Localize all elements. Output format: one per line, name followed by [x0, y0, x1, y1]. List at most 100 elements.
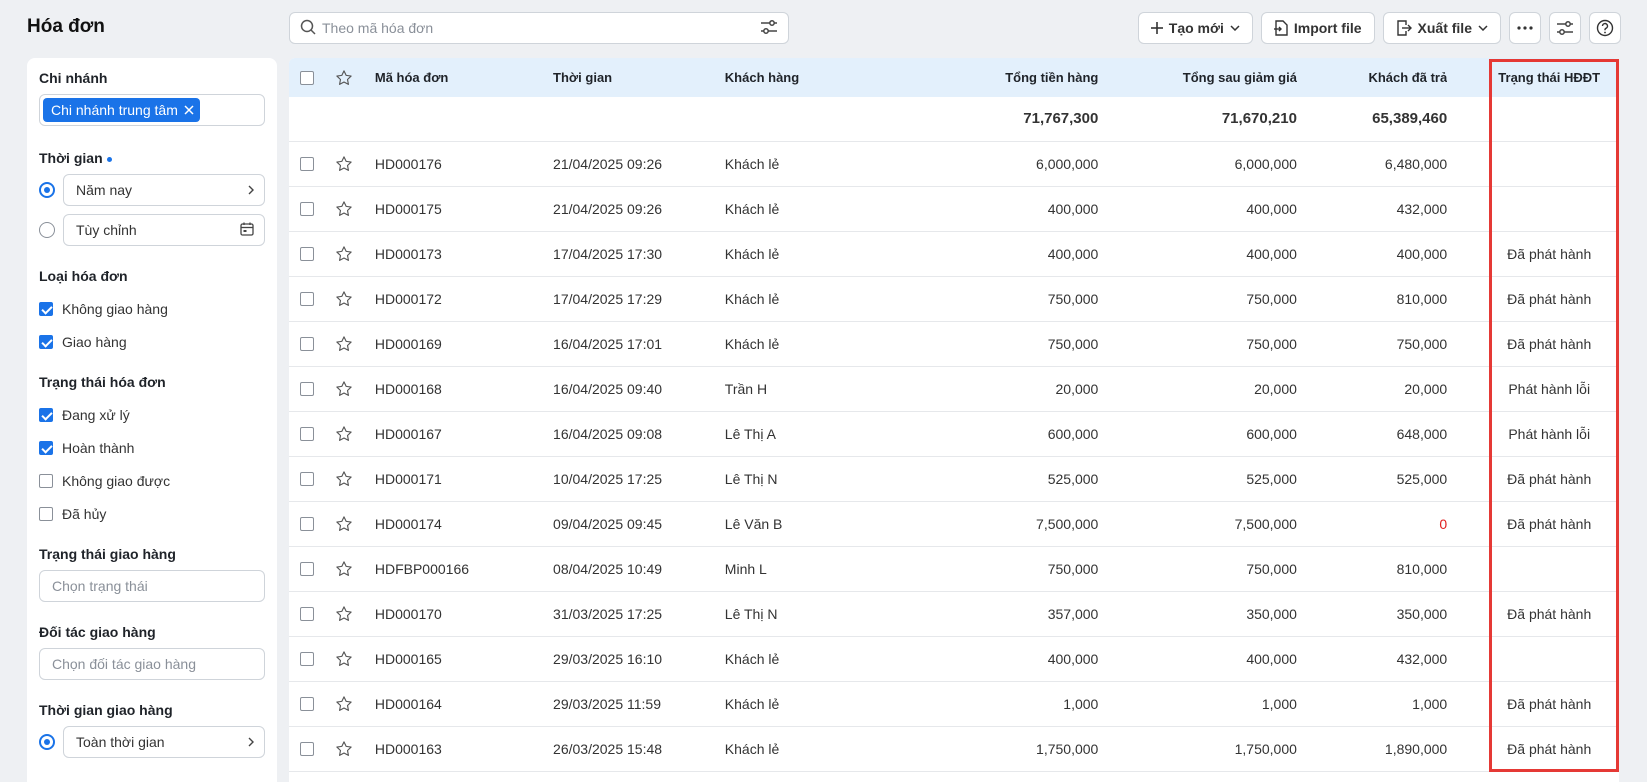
- delivery-time-radio[interactable]: [39, 734, 55, 750]
- star-icon[interactable]: [335, 605, 374, 623]
- table-row[interactable]: HD000173 17/04/2025 17:30 Khách lẻ 400,000 4…: [289, 231, 1619, 276]
- column-settings-button[interactable]: [1549, 12, 1581, 44]
- invoice-code[interactable]: HD000167: [375, 411, 553, 456]
- table-row[interactable]: HD000170 31/03/2025 17:25 Lê Thị N 357,000 3…: [289, 591, 1619, 636]
- table-row[interactable]: HD000176 21/04/2025 09:26 Khách lẻ 6,000,00…: [289, 141, 1619, 186]
- table-row[interactable]: HD000171 10/04/2025 17:25 Lê Thị N 525,000 5…: [289, 456, 1619, 501]
- select-all-checkbox[interactable]: [300, 70, 314, 85]
- table-row[interactable]: HD000172 17/04/2025 17:29 Khách lẻ 750,000 7…: [289, 276, 1619, 321]
- invoice-status-option[interactable]: Đang xử lý: [39, 398, 265, 431]
- invoice-code[interactable]: HD000165: [375, 636, 553, 681]
- header-time[interactable]: Thời gian: [553, 58, 725, 97]
- table-row[interactable]: HD000169 16/04/2025 17:01 Khách lẻ 750,000 7…: [289, 321, 1619, 366]
- star-icon[interactable]: [335, 245, 374, 263]
- invoice-code[interactable]: HD000172: [375, 276, 553, 321]
- export-button[interactable]: Xuất file: [1382, 12, 1501, 44]
- star-icon[interactable]: [335, 380, 374, 398]
- table-row[interactable]: HD000164 29/03/2025 11:59 Khách lẻ 1,000 1,0…: [289, 681, 1619, 726]
- row-checkbox[interactable]: [300, 696, 314, 711]
- invoice-status-option[interactable]: Đã hủy: [39, 497, 265, 530]
- invoice-code[interactable]: HD000171: [375, 456, 553, 501]
- table-row[interactable]: HD000175 21/04/2025 09:26 Khách lẻ 400,000 4…: [289, 186, 1619, 231]
- row-checkbox[interactable]: [300, 381, 314, 396]
- invoice-status-option[interactable]: Không giao được: [39, 464, 265, 497]
- search-box[interactable]: [289, 12, 789, 44]
- row-checkbox[interactable]: [300, 741, 314, 756]
- invoice-type-option[interactable]: Giao hàng: [39, 325, 265, 358]
- row-checkbox[interactable]: [300, 471, 314, 486]
- filter-settings-icon[interactable]: [760, 19, 778, 38]
- checkbox[interactable]: [39, 506, 53, 521]
- checkbox[interactable]: [39, 407, 53, 422]
- invoice-code[interactable]: HDFBP000166: [375, 546, 553, 591]
- table-row[interactable]: HD000174 09/04/2025 09:45 Lê Văn B 7,500,00…: [289, 501, 1619, 546]
- table-row[interactable]: HD000167 16/04/2025 09:08 Lê Thị A 600,000 6…: [289, 411, 1619, 456]
- search-input[interactable]: [322, 20, 760, 36]
- more-button[interactable]: [1509, 12, 1541, 44]
- star-icon[interactable]: [335, 740, 374, 758]
- invoice-code[interactable]: HD000168: [375, 366, 553, 411]
- row-checkbox[interactable]: [300, 516, 314, 531]
- star-icon[interactable]: [335, 425, 374, 443]
- header-code[interactable]: Mã hóa đơn: [375, 58, 553, 97]
- time-custom-select[interactable]: Tùy chỉnh: [63, 214, 265, 246]
- delivery-time-select[interactable]: Toàn thời gian: [63, 726, 265, 758]
- invoice-after-discount: 400,000: [1246, 245, 1297, 262]
- row-checkbox[interactable]: [300, 651, 314, 666]
- close-icon[interactable]: [184, 102, 194, 118]
- time-preset-radio[interactable]: [39, 182, 55, 198]
- header-paid[interactable]: Khách đã trả: [1297, 58, 1447, 97]
- row-checkbox[interactable]: [300, 336, 314, 351]
- star-icon[interactable]: [335, 695, 374, 713]
- star-icon[interactable]: [335, 515, 374, 533]
- table-row[interactable]: HDFBP000166 08/04/2025 10:49 Minh L 750,000…: [289, 546, 1619, 591]
- star-icon[interactable]: [335, 155, 374, 173]
- checkbox[interactable]: [39, 301, 53, 316]
- delivery-status-select[interactable]: Chọn trạng thái: [39, 570, 265, 602]
- table-row[interactable]: HD000165 29/03/2025 16:10 Khách lẻ 400,000 4…: [289, 636, 1619, 681]
- invoice-type-option[interactable]: Không giao hàng: [39, 292, 265, 325]
- row-checkbox[interactable]: [300, 561, 314, 576]
- header-einvoice-status[interactable]: Trạng thái HĐĐT: [1479, 58, 1619, 97]
- table-row[interactable]: HD000163 26/03/2025 15:48 Khách lẻ 1,750,00…: [289, 726, 1619, 771]
- row-star-cell: [325, 591, 374, 636]
- time-custom-radio[interactable]: [39, 222, 55, 238]
- row-checkbox[interactable]: [300, 426, 314, 441]
- create-button[interactable]: Tạo mới: [1137, 12, 1253, 44]
- branch-select[interactable]: Chi nhánh trung tâm: [39, 94, 265, 126]
- row-checkbox[interactable]: [300, 291, 314, 306]
- table-row[interactable]: HD000168 16/04/2025 09:40 Trần H 20,000 20,0…: [289, 366, 1619, 411]
- star-icon[interactable]: [335, 290, 374, 308]
- invoice-code[interactable]: HD000176: [375, 141, 553, 186]
- invoice-code[interactable]: HD000174: [375, 501, 553, 546]
- invoice-code[interactable]: HD000169: [375, 321, 553, 366]
- delivery-partner-select[interactable]: Chọn đối tác giao hàng: [39, 648, 265, 680]
- invoice-code[interactable]: HD000173: [375, 231, 553, 276]
- time-preset-select[interactable]: Năm nay: [63, 174, 265, 206]
- header-after-discount[interactable]: Tổng sau giảm giá: [1098, 58, 1297, 97]
- row-checkbox[interactable]: [300, 606, 314, 621]
- invoice-status-option[interactable]: Hoàn thành: [39, 431, 265, 464]
- invoice-code[interactable]: HD000164: [375, 681, 553, 726]
- row-checkbox[interactable]: [300, 201, 314, 216]
- row-checkbox[interactable]: [300, 246, 314, 261]
- header-customer[interactable]: Khách hàng: [725, 58, 918, 97]
- star-icon[interactable]: [335, 560, 374, 578]
- invoice-code[interactable]: HD000175: [375, 186, 553, 231]
- star-icon[interactable]: [335, 335, 374, 353]
- star-icon[interactable]: [335, 470, 374, 488]
- invoice-code[interactable]: HD000170: [375, 591, 553, 636]
- invoice-code[interactable]: HD000163: [375, 726, 553, 771]
- star-icon[interactable]: [335, 69, 374, 87]
- row-checkbox[interactable]: [300, 156, 314, 171]
- file-import-icon: [1273, 20, 1288, 36]
- invoice-customer: Khách lẻ: [724, 155, 780, 172]
- header-total[interactable]: Tổng tiền hàng: [918, 58, 1098, 97]
- checkbox[interactable]: [39, 440, 53, 455]
- help-button[interactable]: [1589, 12, 1621, 44]
- star-icon[interactable]: [335, 650, 374, 668]
- star-icon[interactable]: [335, 200, 374, 218]
- checkbox[interactable]: [39, 473, 53, 488]
- checkbox[interactable]: [39, 334, 53, 349]
- import-button[interactable]: Import file: [1260, 12, 1375, 44]
